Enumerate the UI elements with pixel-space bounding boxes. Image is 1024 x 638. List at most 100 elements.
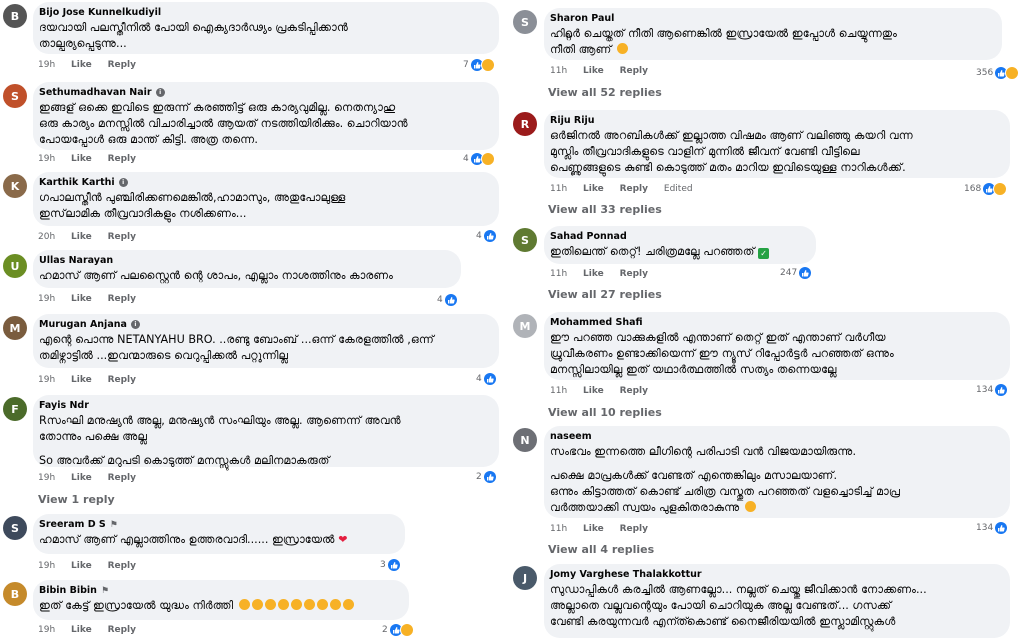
view-replies-link[interactable]: View 1 reply xyxy=(38,493,115,506)
timestamp[interactable]: 19h xyxy=(38,60,55,70)
reaction-summary[interactable]: 2 xyxy=(476,471,496,483)
comment-text: ഹമാസ് ആണ് എല്ലാത്തിനും ഉത്തരവാദി...... ഇ… xyxy=(39,533,348,546)
commenter-name[interactable]: Sahad Ponnad xyxy=(550,231,804,242)
heart-emoji-icon: ❤ xyxy=(338,533,348,546)
view-replies-link[interactable]: View all 10 replies xyxy=(548,406,662,419)
commenter-name[interactable]: Ullas Narayan xyxy=(39,255,449,266)
timestamp[interactable]: 11h xyxy=(550,524,567,534)
commenter-name[interactable]: Sreeram D S ⚑ xyxy=(39,519,393,530)
reaction-summary[interactable]: 247 xyxy=(780,267,812,279)
reaction-summary[interactable]: 168 xyxy=(964,182,1008,196)
like-button[interactable]: Like xyxy=(583,269,604,279)
commenter-name[interactable]: Bijo Jose Kunnelkudiyil xyxy=(39,7,487,18)
timestamp[interactable]: 19h xyxy=(38,294,55,304)
reply-button[interactable]: Reply xyxy=(108,294,136,304)
commenter-name[interactable]: Sharon Paul xyxy=(550,13,990,24)
reply-button[interactable]: Reply xyxy=(108,625,136,635)
like-button[interactable]: Like xyxy=(71,375,92,385)
comment-bubble: Riju Riju ഒർജിനൽ അറബികൾക്ക് ഇല്ലാത്ത വിഷ… xyxy=(544,110,1010,178)
avatar[interactable]: U xyxy=(3,254,27,278)
avatar[interactable]: S xyxy=(3,516,27,540)
commenter-name[interactable]: Sethumadhavan Nair i xyxy=(39,87,487,98)
comment-actions: 19h Like Reply xyxy=(38,154,149,164)
timestamp[interactable]: 11h xyxy=(550,66,567,76)
avatar[interactable]: R xyxy=(513,112,537,136)
comment-text: എന്റെ പൊന്നു NETANYAHU BRO. ..രണ്ടു ബോംബ… xyxy=(39,333,434,362)
like-button[interactable]: Like xyxy=(71,561,92,571)
reply-button[interactable]: Reply xyxy=(620,386,648,396)
commenter-name[interactable]: Bibin Bibin ⚑ xyxy=(39,585,397,596)
commenter-name[interactable]: Riju Riju xyxy=(550,115,998,126)
timestamp[interactable]: 11h xyxy=(550,269,567,279)
like-button[interactable]: Like xyxy=(583,524,604,534)
timestamp[interactable]: 19h xyxy=(38,375,55,385)
reaction-summary[interactable]: 134 xyxy=(976,384,1008,396)
reaction-summary[interactable]: 4 xyxy=(476,373,496,385)
commenter-name[interactable]: naseem xyxy=(550,431,998,442)
top-fan-badge-icon: i xyxy=(118,178,128,187)
avatar[interactable]: M xyxy=(513,314,537,338)
like-button[interactable]: Like xyxy=(583,66,604,76)
like-button[interactable]: Like xyxy=(71,294,92,304)
reply-button[interactable]: Reply xyxy=(620,269,648,279)
reaction-summary[interactable]: 2 xyxy=(382,623,414,637)
reaction-summary[interactable]: 4 xyxy=(437,294,457,306)
avatar[interactable]: N xyxy=(513,428,537,452)
avatar[interactable]: S xyxy=(3,84,27,108)
timestamp[interactable]: 11h xyxy=(550,386,567,396)
avatar[interactable]: M xyxy=(3,316,27,340)
reaction-summary[interactable]: 7 xyxy=(463,58,495,72)
reaction-summary[interactable]: 4 xyxy=(463,152,495,166)
reply-button[interactable]: Reply xyxy=(108,154,136,164)
reply-button[interactable]: Reply xyxy=(108,561,136,571)
comment-actions: 11h Like Reply xyxy=(550,386,661,396)
view-replies-link[interactable]: View all 27 replies xyxy=(548,288,662,301)
avatar[interactable]: S xyxy=(513,228,537,252)
comment-bubble: Karthik Karthi i ഗപാലസ്തീൻ പുഞ്ചിരിക്കണമെ… xyxy=(33,172,499,226)
comment-bubble: Bibin Bibin ⚑ ഇത് കേട്ട് ഇസ്രായേൽ യുദ്ധം … xyxy=(33,580,409,620)
like-button[interactable]: Like xyxy=(71,625,92,635)
reply-button[interactable]: Reply xyxy=(108,473,136,483)
avatar[interactable]: J xyxy=(513,566,537,590)
reaction-summary[interactable]: 134 xyxy=(976,522,1008,534)
like-button[interactable]: Like xyxy=(71,154,92,164)
avatar[interactable]: F xyxy=(3,397,27,421)
reply-button[interactable]: Reply xyxy=(108,232,136,242)
reply-button[interactable]: Reply xyxy=(620,66,648,76)
timestamp[interactable]: 19h xyxy=(38,473,55,483)
commenter-name[interactable]: Karthik Karthi i xyxy=(39,177,487,188)
commenter-name[interactable]: Jomy Varghese Thalakkottur xyxy=(550,569,998,580)
timestamp[interactable]: 11h xyxy=(550,184,567,194)
avatar[interactable]: S xyxy=(513,10,537,34)
reply-button[interactable]: Reply xyxy=(620,184,648,194)
timestamp[interactable]: 19h xyxy=(38,561,55,571)
reply-button[interactable]: Reply xyxy=(108,60,136,70)
commenter-name[interactable]: Murugan Anjana i xyxy=(39,319,487,330)
commenter-name[interactable]: Mohammed Shafi xyxy=(550,317,998,328)
avatar[interactable]: B xyxy=(3,582,27,606)
like-button[interactable]: Like xyxy=(583,386,604,396)
smile-emoji-icon xyxy=(744,501,756,512)
view-replies-link[interactable]: View all 4 replies xyxy=(548,543,654,556)
like-button[interactable]: Like xyxy=(71,473,92,483)
reaction-summary[interactable]: 4 xyxy=(476,230,496,242)
like-button[interactable]: Like xyxy=(71,60,92,70)
reaction-summary[interactable]: 356 xyxy=(976,66,1020,80)
flag-icon: ⚑ xyxy=(109,519,118,530)
view-replies-link[interactable]: View all 52 replies xyxy=(548,86,662,99)
comment-text: ദയവായി പലസ്തീനിൽ പോയി ഐക്യദാർഢ്യം പ്രകടി… xyxy=(39,21,348,50)
view-replies-link[interactable]: View all 33 replies xyxy=(548,203,662,216)
avatar[interactable]: K xyxy=(3,174,27,198)
like-button[interactable]: Like xyxy=(71,232,92,242)
like-button[interactable]: Like xyxy=(583,184,604,194)
comment-actions: 11h Like Reply xyxy=(550,269,661,279)
edited-label[interactable]: Edited xyxy=(664,184,693,194)
timestamp[interactable]: 19h xyxy=(38,154,55,164)
timestamp[interactable]: 19h xyxy=(38,625,55,635)
timestamp[interactable]: 20h xyxy=(38,232,55,242)
reply-button[interactable]: Reply xyxy=(108,375,136,385)
reply-button[interactable]: Reply xyxy=(620,524,648,534)
reaction-summary[interactable]: 3 xyxy=(380,559,400,571)
avatar[interactable]: B xyxy=(3,4,27,28)
commenter-name[interactable]: Fayis Ndr xyxy=(39,400,487,411)
